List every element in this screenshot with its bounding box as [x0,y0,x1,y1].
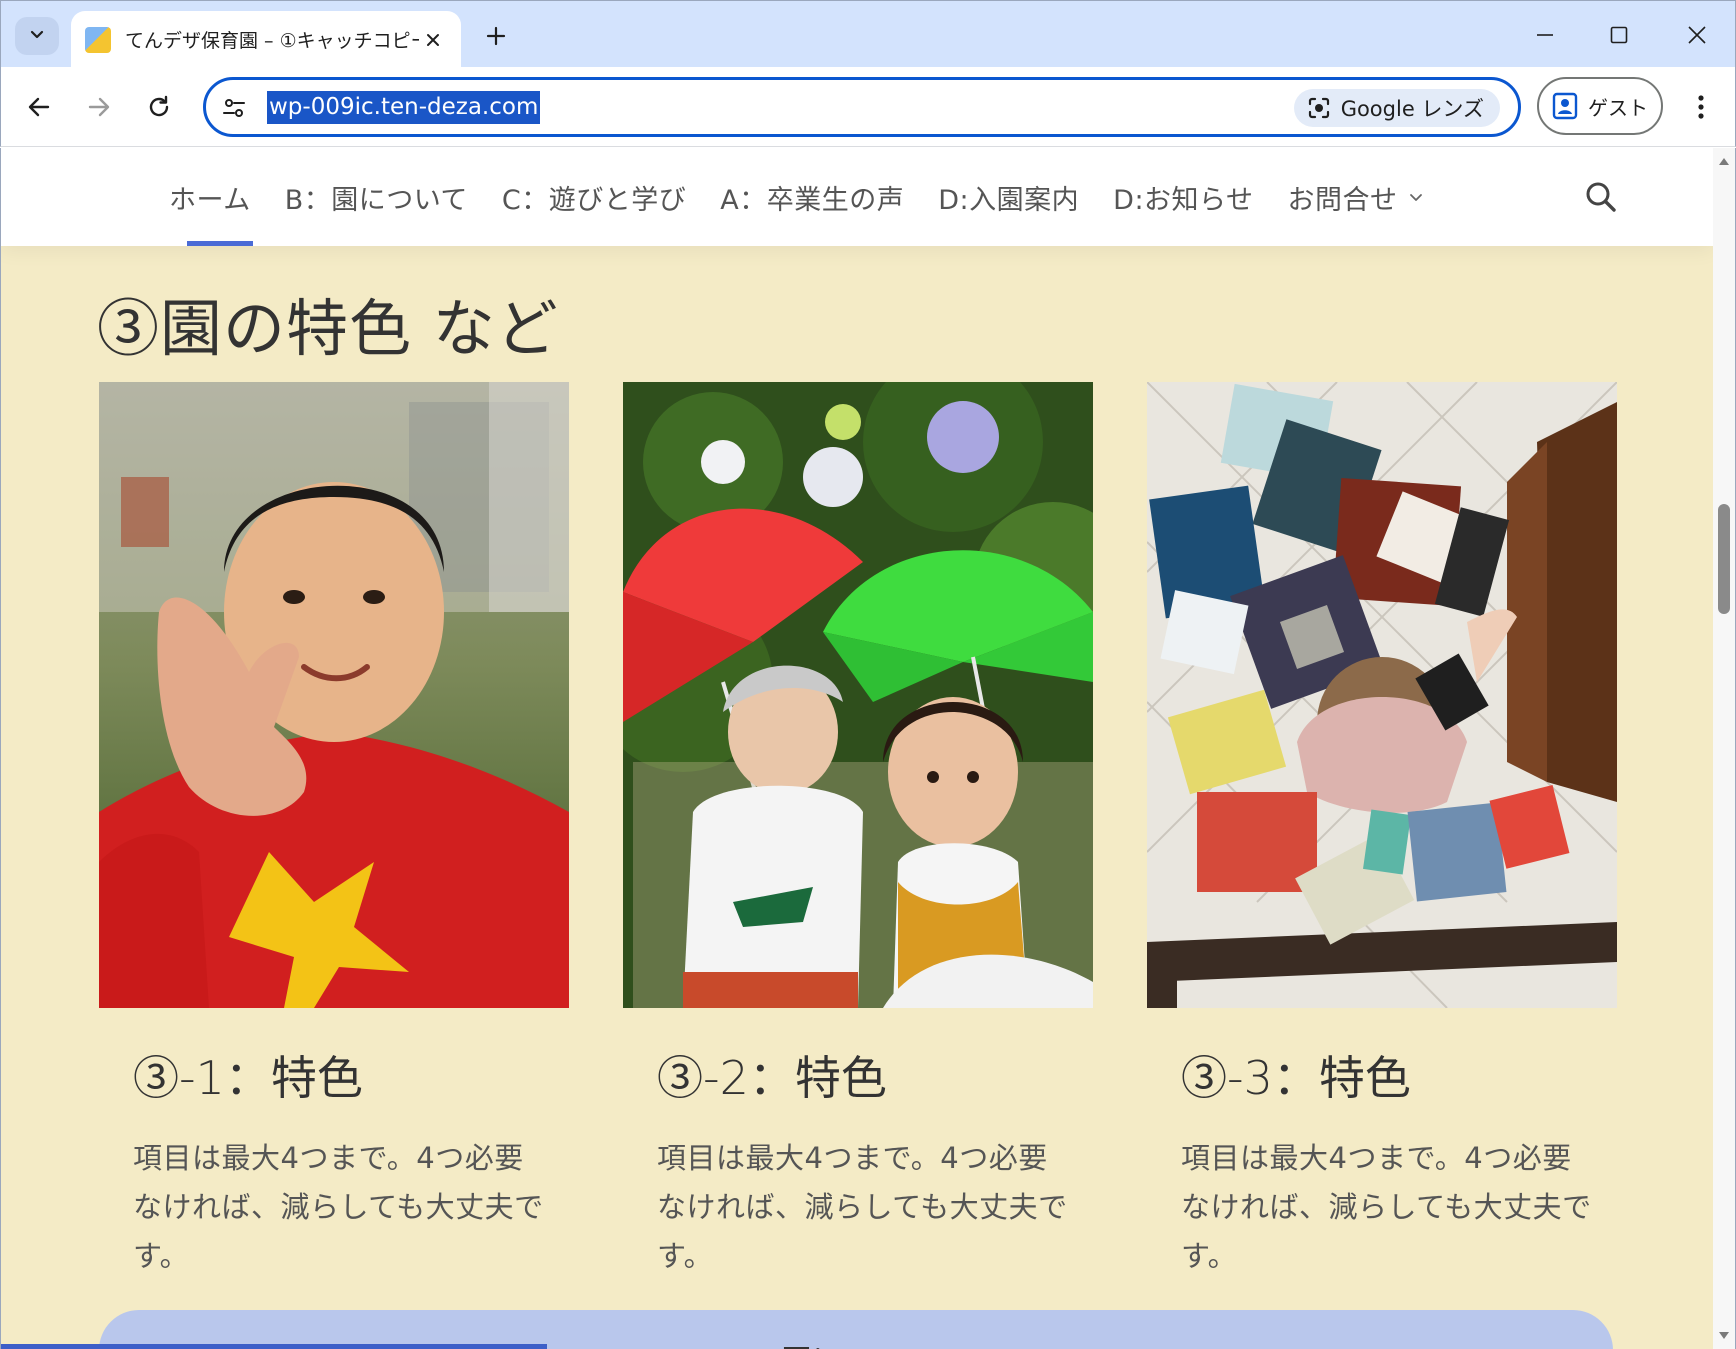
url-text[interactable]: wp-009ic.ten-deza.com [267,91,541,124]
nav-item-admission[interactable]: D:入園案内 [938,148,1079,246]
browser-tabstrip: てんデザ保育園 – ①キャッチコピー [0,0,1736,68]
scrollbar-thumb[interactable] [1718,504,1730,614]
browser-menu-button[interactable] [1681,87,1721,127]
minimize-icon [1537,34,1553,36]
profile-button[interactable]: ゲスト [1537,77,1663,135]
arrow-right-icon [88,97,110,117]
feature-card-3: ③-3：特色 項目は最大4つまで。4つ必要なければ、減らしても大丈夫です。 [1147,382,1617,1273]
feature-photo-2 [623,382,1093,1008]
nav-item-label: ホーム [169,184,251,216]
site-search-button[interactable] [1581,177,1621,217]
google-lens-button[interactable]: Google レンズ [1293,89,1500,127]
close-icon [427,33,439,46]
close-window-button[interactable] [1669,15,1725,55]
nav-item-label: お問合せ [1287,184,1398,216]
feature-title-2: ③-2：特色 [657,1051,887,1105]
tab-title: てんデザ保育園 – ①キャッチコピー [125,30,419,52]
feature-card-2: ③-2：特色 項目は最大4つまで。4つ必要なければ、減らしても大丈夫です。 [623,382,1093,1273]
profile-label: ゲスト [1588,95,1648,120]
nav-item-home[interactable]: ホーム [169,148,253,246]
triangle-down-icon [1719,1332,1729,1339]
page-viewport: ホーム B：園について C：遊びと学び A：卒業生の声 D:入園案内 D:お知ら… [0,148,1736,1349]
scroll-up-arrow[interactable] [1717,154,1731,168]
new-tab-button[interactable] [479,19,513,53]
nav-item-contact[interactable]: お問合せ [1288,148,1424,246]
triangle-up-icon [1719,158,1729,165]
nav-item-label: C：遊びと学び [501,184,687,216]
site-navigation: ホーム B：園について C：遊びと学び A：卒業生の声 D:入園案内 D:お知ら… [1,148,1713,246]
feature-card-1: ③-1：特色 項目は最大4つまで。4つ必要なければ、減らしても大丈夫です。 [99,382,569,1273]
scroll-down-arrow[interactable] [1717,1329,1731,1343]
more-vert-icon [1698,95,1704,119]
nav-item-label: D:お知らせ [1113,184,1254,216]
reload-button[interactable] [137,85,181,129]
section-title: ③園の特色 など [97,292,559,365]
tune-icon [223,99,245,117]
nav-item-graduates[interactable]: A：卒業生の声 [720,148,904,246]
reload-icon [149,95,169,117]
maximize-icon [1610,26,1628,44]
feature-text-3: 項目は最大4つまで。4つ必要なければ、減らしても大丈夫です。 [1181,1141,1592,1273]
back-button[interactable] [17,85,61,129]
feature-title-3: ③-3：特色 [1181,1051,1411,1105]
browser-tab-active[interactable]: てんデザ保育園 – ①キャッチコピー [71,11,461,68]
maximize-button[interactable] [1591,15,1647,55]
site-info-button[interactable] [220,94,248,122]
tab-close-button[interactable] [419,26,447,54]
person-icon [1552,92,1578,120]
lens-label: Google レンズ [1340,97,1484,121]
nav-item-about[interactable]: B：園について [285,148,468,246]
minimize-button[interactable] [1517,15,1573,55]
nav-item-label: D:入園案内 [938,184,1080,216]
tab-search-button[interactable] [15,17,59,55]
search-icon [1586,182,1616,212]
site-favicon-icon [85,26,111,53]
feature-text-1: 項目は最大4つまで。4つ必要なければ、減らしても大丈夫です。 [133,1141,544,1273]
lens-icon [1306,95,1332,121]
feature-text-2: 項目は最大4つまで。4つ必要なければ、減らしても大丈夫です。 [657,1141,1068,1273]
nav-item-play-learning[interactable]: C：遊びと学び [502,148,686,246]
nav-item-label: B：園について [284,184,468,216]
scroll-progress-bar [1,1344,547,1349]
close-icon [1688,26,1706,44]
chevron-down-icon [1408,189,1424,205]
plus-icon [486,26,506,46]
feature-title-1: ③-1：特色 [133,1051,363,1105]
forward-button[interactable] [77,85,121,129]
arrow-left-icon [28,97,50,117]
page-scrollbar[interactable] [1713,148,1735,1349]
nav-item-news[interactable]: D:お知らせ [1113,148,1253,246]
chevron-down-icon [28,25,46,47]
feature-photo-3 [1147,382,1617,1008]
address-bar[interactable]: wp-009ic.ten-deza.com Google レンズ [203,77,1521,137]
browser-toolbar: wp-009ic.ten-deza.com Google レンズ ゲスト [0,67,1736,147]
nav-item-label: A：卒業生の声 [720,184,905,216]
feature-photo-1 [99,382,569,1008]
